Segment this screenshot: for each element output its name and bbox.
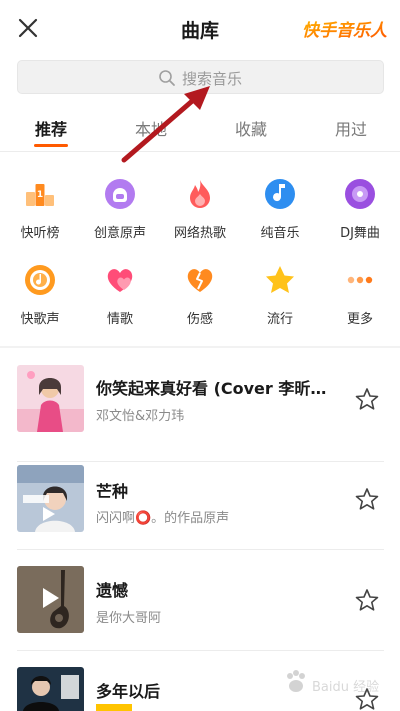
svg-text:1: 1 [37,190,43,200]
song-row[interactable]: 芒种 闪闪啊⭕。的作品原声 [0,463,400,563]
tab-favorites[interactable]: 收藏 [221,116,281,140]
row-divider [17,650,384,651]
search-placeholder: 搜索音乐 [182,70,243,88]
flame-icon [190,180,210,208]
category-label: 伤感 [186,312,213,327]
headphones-mic-icon [105,179,135,209]
music-note-icon [265,179,295,209]
top-bar: 曲库 快手音乐人 [0,0,400,56]
category-pop[interactable]: 流行 [240,264,320,334]
category-label: 快听榜 [20,226,60,241]
category-label: 流行 [266,312,293,327]
category-label: DJ舞曲 [340,226,380,241]
brand-logo: 快手音乐人 [302,21,388,41]
category-pure-music[interactable]: 纯音乐 [240,178,320,248]
paw-icon [287,670,305,692]
category-label: 纯音乐 [260,226,300,241]
category-hot-songs[interactable]: 网络热歌 [160,178,240,248]
song-title: 芒种 [96,482,129,501]
category-original-sound[interactable]: 创意原声 [80,178,160,248]
category-sad[interactable]: 伤感 [160,264,240,334]
tab-used[interactable]: 用过 [321,116,381,140]
row-divider [17,549,384,550]
song-title: 遗憾 [96,581,129,600]
category-dj[interactable]: DJ舞曲 [320,178,400,248]
song-artist: 是你大哥阿 [96,611,162,626]
star-icon [266,266,294,293]
category-label: 情歌 [106,312,133,327]
watermark-text: Baidu 经验 [312,680,380,695]
category-label: 创意原声 [93,226,146,241]
song-cover [17,365,84,432]
record-icon [25,265,55,295]
category-kuaiting[interactable]: 1 快听榜 [0,178,80,248]
favorite-star-icon[interactable] [355,487,379,511]
svg-text:快手音乐人: 快手音乐人 [302,21,388,41]
row-divider [17,461,384,462]
favorite-star-icon[interactable] [355,588,379,612]
song-cover [17,667,84,711]
song-cover [17,566,84,633]
search-icon [159,70,175,86]
category-label: 更多 [346,312,373,327]
divider [0,151,400,152]
category-love-songs[interactable]: 情歌 [80,264,160,334]
song-row[interactable]: 遗憾 是你大哥阿 [0,566,400,666]
watermark: Baidu 经验 [282,668,392,698]
favorite-star-icon[interactable] [355,387,379,411]
tab-recommend[interactable]: 推荐 [21,116,81,140]
bottom-strip [96,704,132,711]
more-dots-icon [347,276,373,284]
category-fast-songs[interactable]: 快歌声 [0,264,80,334]
song-row[interactable]: 你笑起来真好看 (Cover 李昕融... 邓文怡&邓力玮 [0,360,400,462]
tab-bar: 推荐 本地 收藏 用过 [0,108,400,150]
song-artist: 邓文怡&邓力玮 [96,409,185,424]
chart-podium-icon: 1 [26,184,54,206]
broken-heart-icon [187,269,213,292]
song-artist: 闪闪啊⭕。的作品原声 [96,511,230,526]
category-label: 快歌声 [20,312,60,327]
section-divider [0,346,400,348]
vinyl-disc-icon [345,179,375,209]
heart-icon [107,269,133,292]
search-input[interactable]: 搜索音乐 [17,60,384,94]
tab-local[interactable]: 本地 [121,116,181,140]
song-cover [17,465,84,532]
category-label: 网络热歌 [173,226,226,241]
tab-active-indicator [34,144,68,147]
category-more[interactable]: 更多 [320,264,400,334]
song-title: 你笑起来真好看 (Cover 李昕融... [96,379,341,398]
